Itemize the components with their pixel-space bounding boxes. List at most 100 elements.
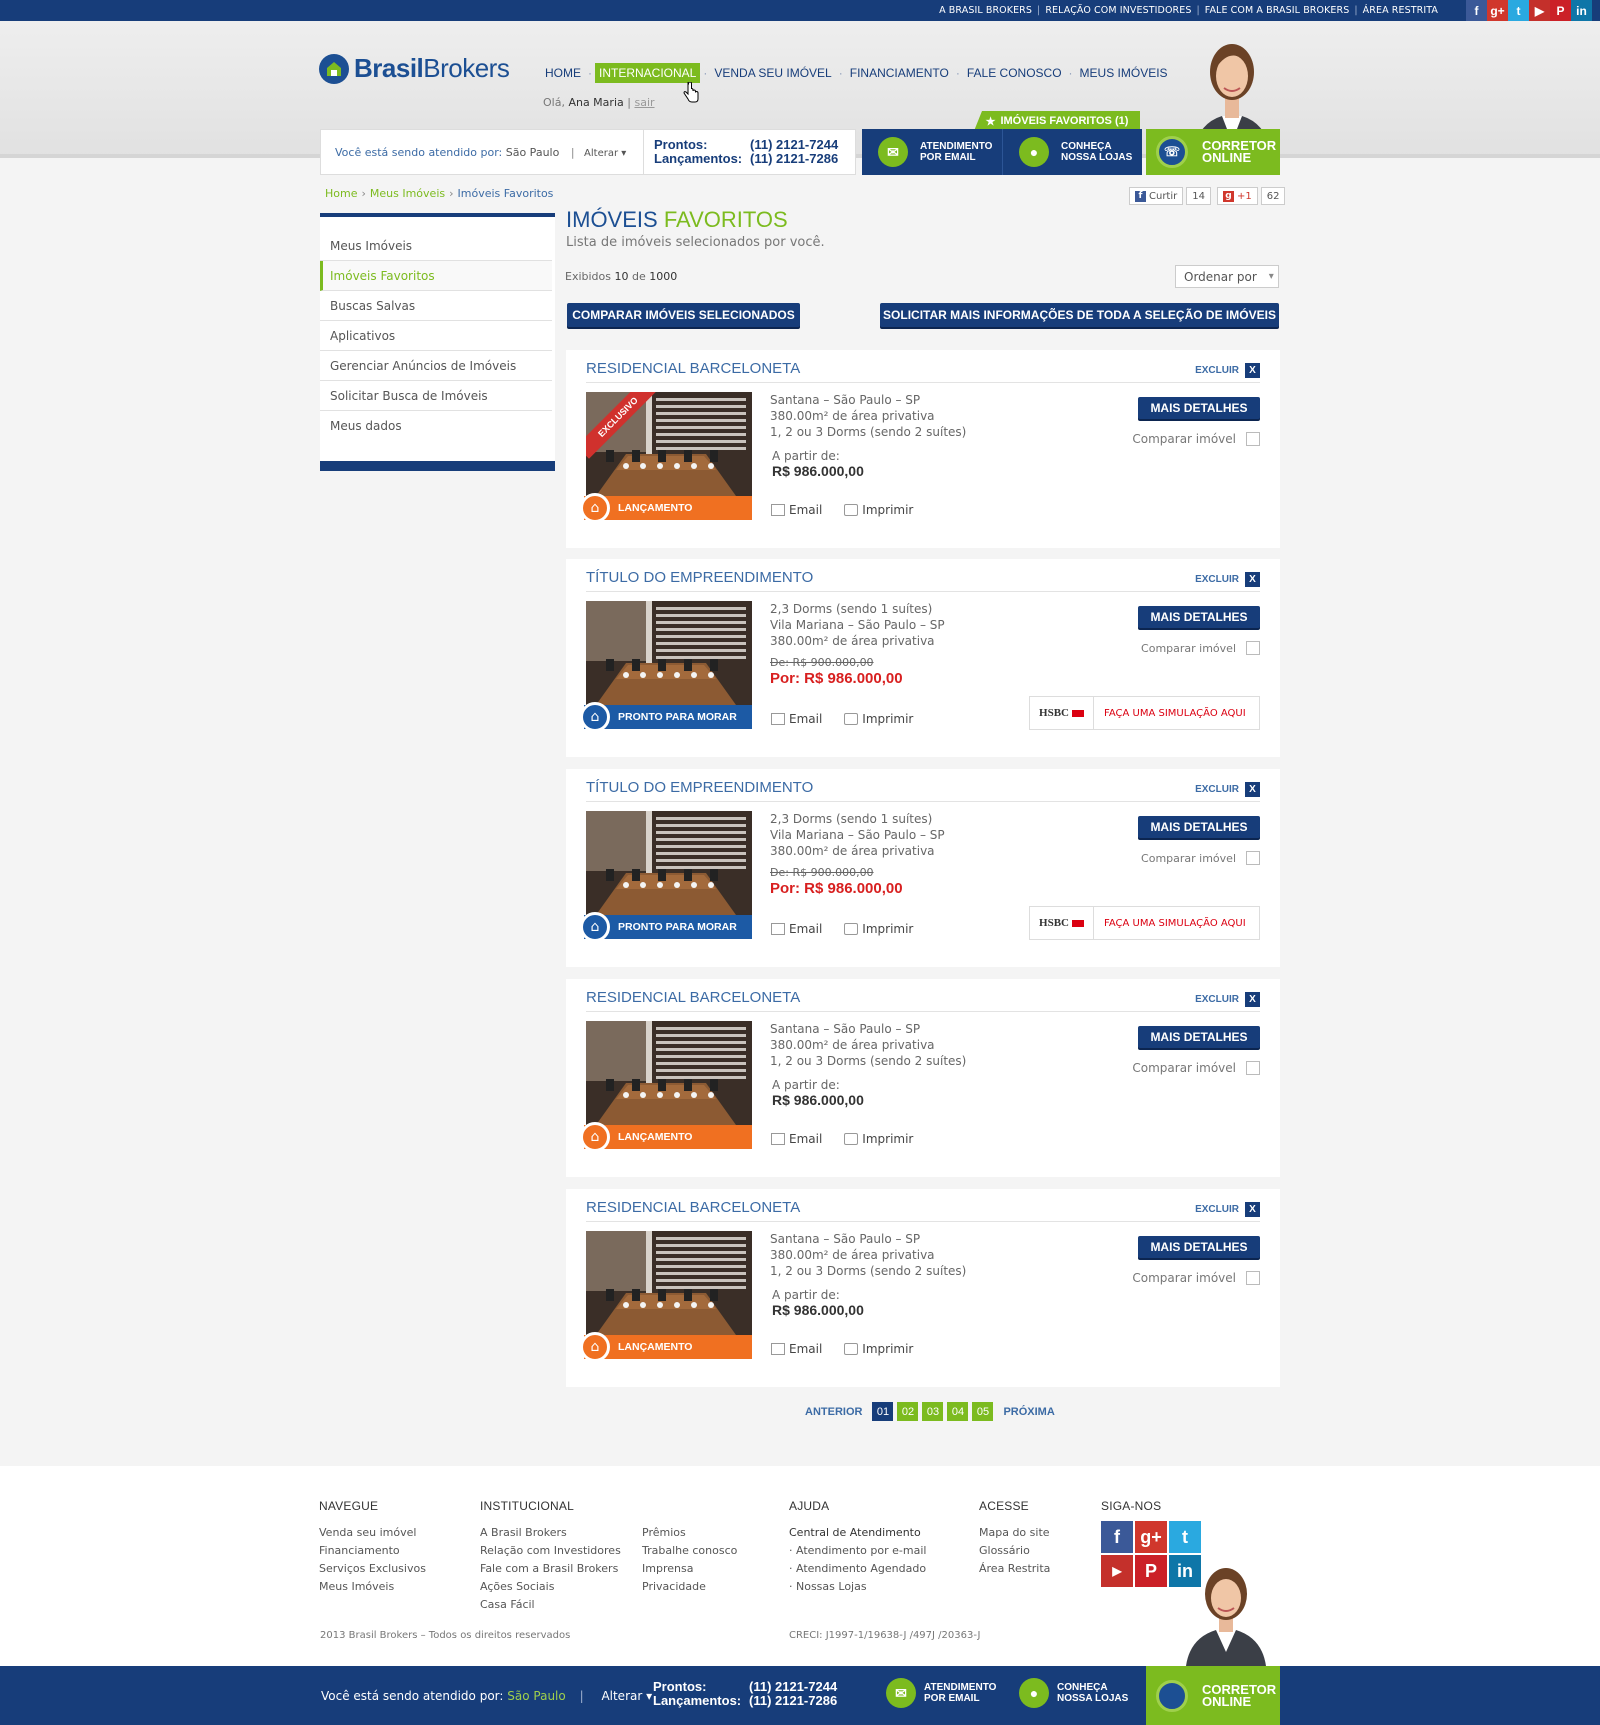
facebook-like-button[interactable]: f Curtir xyxy=(1129,187,1184,205)
footer-link[interactable]: · Atendimento por e-mail xyxy=(789,1544,926,1557)
linkedin-icon[interactable]: in xyxy=(1571,0,1592,21)
print-link[interactable]: Imprimir xyxy=(844,503,913,517)
details-button[interactable]: MAIS DETALHES xyxy=(1138,816,1260,838)
footer-link[interactable]: Imprensa xyxy=(642,1562,693,1575)
listing-title[interactable]: TÍTULO DO EMPREENDIMENTO xyxy=(586,779,813,796)
listing-photo[interactable] xyxy=(586,1231,752,1335)
google-plus-button[interactable]: g +1 xyxy=(1216,187,1258,205)
top-link-investidores[interactable]: RELAÇÃO COM INVESTIDORES xyxy=(1045,5,1191,16)
nav-financiamento[interactable]: FINANCIAMENTO xyxy=(846,63,953,83)
stores-button[interactable]: ● CONHEÇA NOSSA LOJAS xyxy=(1019,1678,1128,1708)
page-04[interactable]: 04 xyxy=(947,1402,969,1421)
details-button[interactable]: MAIS DETALHES xyxy=(1138,397,1260,419)
checkbox[interactable] xyxy=(1246,851,1260,865)
pagination-prev[interactable]: ANTERIOR xyxy=(805,1406,862,1418)
twitter-icon[interactable]: t xyxy=(1169,1521,1201,1553)
youtube-icon[interactable]: ▶ xyxy=(1529,0,1550,21)
compare-checkbox[interactable]: Comparar imóvel xyxy=(1141,851,1260,865)
footer-link[interactable]: Casa Fácil xyxy=(480,1598,535,1611)
footer-link[interactable]: Mapa do site xyxy=(979,1526,1050,1539)
footer-link[interactable]: · Atendimento Agendado xyxy=(789,1562,926,1575)
details-button[interactable]: MAIS DETALHES xyxy=(1138,606,1260,628)
print-link[interactable]: Imprimir xyxy=(844,712,913,726)
pinterest-icon[interactable]: P xyxy=(1135,1555,1167,1587)
sidebar-item-solicitar-busca[interactable]: Solicitar Busca de Imóveis xyxy=(320,381,552,411)
footer-link[interactable]: Privacidade xyxy=(642,1580,706,1593)
footer-link[interactable]: Glossário xyxy=(979,1544,1030,1557)
footer-link[interactable]: · Nossas Lojas xyxy=(789,1580,867,1593)
favorites-tab[interactable]: ★ IMÓVEIS FAVORITOS (1) xyxy=(974,111,1140,131)
compare-selected-button[interactable]: COMPARAR IMÓVEIS SELECIONADOS xyxy=(567,303,800,327)
checkbox[interactable] xyxy=(1246,1271,1260,1285)
footer-link[interactable]: Área Restrita xyxy=(979,1562,1050,1575)
email-link[interactable]: Email xyxy=(771,1342,822,1356)
hsbc-simulation-link[interactable]: HSBC FAÇA UMA SIMULAÇÃO AQUI xyxy=(1029,696,1260,730)
nav-home[interactable]: HOME xyxy=(541,63,585,83)
pagination-next[interactable]: PRÓXIMA xyxy=(1003,1406,1054,1418)
change-location-dropdown[interactable]: Alterar ▾ xyxy=(584,148,626,159)
remove-button[interactable]: EXCLUIR X xyxy=(1195,992,1260,1007)
checkbox[interactable] xyxy=(1246,432,1260,446)
compare-checkbox[interactable]: Comparar imóvel xyxy=(1132,1061,1260,1075)
email-link[interactable]: Email xyxy=(771,922,822,936)
top-link-a-brasil-brokers[interactable]: A BRASIL BROKERS xyxy=(939,5,1032,16)
sidebar-item-buscas-salvas[interactable]: Buscas Salvas xyxy=(320,291,552,321)
online-broker-button[interactable]: CORRETOR ONLINE xyxy=(1146,1666,1280,1725)
footer-link[interactable]: Ações Sociais xyxy=(480,1580,554,1593)
remove-button[interactable]: EXCLUIR X xyxy=(1195,363,1260,378)
footer-link[interactable]: Financiamento xyxy=(319,1544,400,1557)
email-support-button[interactable]: ✉ ATENDIMENTO POR EMAIL xyxy=(862,129,1002,175)
sidebar-item-meus-imoveis[interactable]: Meus Imóveis xyxy=(320,231,552,261)
page-01[interactable]: 01 xyxy=(872,1402,894,1421)
footer-link[interactable]: Meus Imóveis xyxy=(319,1580,394,1593)
top-link-area-restrita[interactable]: ÁREA RESTRITA xyxy=(1363,5,1438,16)
email-link[interactable]: Email xyxy=(771,503,822,517)
footer-link[interactable]: Fale com a Brasil Brokers xyxy=(480,1562,618,1575)
listing-photo[interactable] xyxy=(586,601,752,705)
print-link[interactable]: Imprimir xyxy=(844,922,913,936)
details-button[interactable]: MAIS DETALHES xyxy=(1138,1026,1260,1048)
page-05[interactable]: 05 xyxy=(972,1402,994,1421)
details-button[interactable]: MAIS DETALHES xyxy=(1138,1236,1260,1258)
compare-checkbox[interactable]: Comparar imóvel xyxy=(1141,641,1260,655)
page-02[interactable]: 02 xyxy=(897,1402,919,1421)
stores-button[interactable]: ● CONHEÇA NOSSA LOJAS xyxy=(1002,129,1142,175)
listing-title[interactable]: RESIDENCIAL BARCELONETA xyxy=(586,360,800,377)
listing-photo[interactable] xyxy=(586,1021,752,1125)
email-link[interactable]: Email xyxy=(771,1132,822,1146)
remove-button[interactable]: EXCLUIR X xyxy=(1195,1202,1260,1217)
nav-internacional[interactable]: INTERNACIONAL xyxy=(595,63,701,83)
compare-checkbox[interactable]: Comparar imóvel xyxy=(1132,432,1260,446)
sidebar-item-meus-dados[interactable]: Meus dados xyxy=(320,411,552,441)
email-support-button[interactable]: ✉ ATENDIMENTO POR EMAIL xyxy=(886,1678,996,1708)
online-broker-button[interactable]: ☏ CORRETOR ONLINE xyxy=(1146,129,1280,175)
remove-button[interactable]: EXCLUIR X xyxy=(1195,782,1260,797)
footer-link[interactable]: Central de Atendimento xyxy=(789,1526,921,1539)
breadcrumb-meus-imoveis[interactable]: Meus Imóveis xyxy=(370,187,445,200)
remove-button[interactable]: EXCLUIR X xyxy=(1195,572,1260,587)
checkbox[interactable] xyxy=(1246,641,1260,655)
email-link[interactable]: Email xyxy=(771,712,822,726)
breadcrumb-home[interactable]: Home xyxy=(325,187,357,200)
logo[interactable]: BrasilBrokers xyxy=(319,53,510,84)
google-plus-icon[interactable]: g+ xyxy=(1487,0,1508,21)
sidebar-item-imoveis-favoritos[interactable]: Imóveis Favoritos xyxy=(320,261,552,291)
page-03[interactable]: 03 xyxy=(922,1402,944,1421)
footer-link[interactable]: A Brasil Brokers xyxy=(480,1526,567,1539)
listing-photo[interactable] xyxy=(586,811,752,915)
google-plus-icon[interactable]: g+ xyxy=(1135,1521,1167,1553)
logout-link[interactable]: sair xyxy=(634,96,654,109)
footer-link[interactable]: Serviços Exclusivos xyxy=(319,1562,426,1575)
youtube-icon[interactable]: ▶ xyxy=(1101,1555,1133,1587)
change-location-dropdown[interactable]: Alterar ▾ xyxy=(601,1689,652,1703)
nav-fale-conosco[interactable]: FALE CONOSCO xyxy=(963,63,1066,83)
facebook-icon[interactable]: f xyxy=(1101,1521,1133,1553)
listing-photo[interactable]: EXCLUSIVO xyxy=(586,392,752,496)
twitter-icon[interactable]: t xyxy=(1508,0,1529,21)
listing-title[interactable]: RESIDENCIAL BARCELONETA xyxy=(586,989,800,1006)
facebook-icon[interactable]: f xyxy=(1466,0,1487,21)
print-link[interactable]: Imprimir xyxy=(844,1132,913,1146)
compare-checkbox[interactable]: Comparar imóvel xyxy=(1132,1271,1260,1285)
sidebar-item-gerenciar-anuncios[interactable]: Gerenciar Anúncios de Imóveis xyxy=(320,351,552,381)
print-link[interactable]: Imprimir xyxy=(844,1342,913,1356)
